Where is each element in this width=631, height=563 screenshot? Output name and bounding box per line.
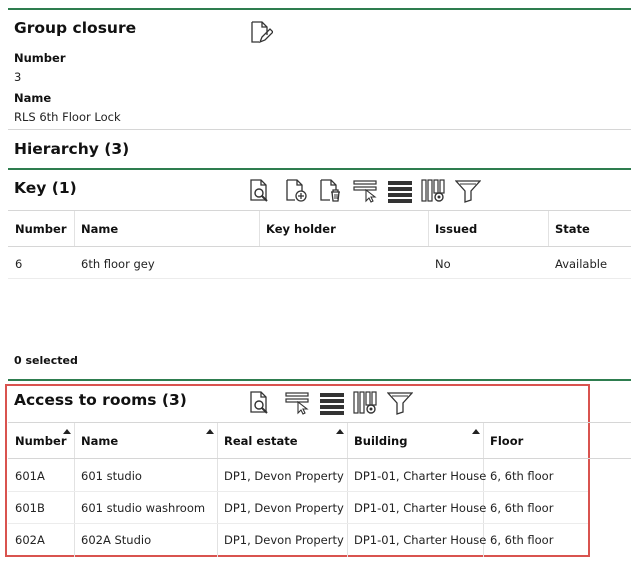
view-document-icon[interactable] bbox=[247, 390, 273, 416]
row-divider bbox=[8, 278, 631, 279]
room-name: 602A Studio bbox=[81, 533, 152, 547]
sort-asc-icon[interactable] bbox=[472, 429, 480, 434]
room-real-estate: DP1, Devon Property bbox=[224, 533, 344, 547]
hierarchy-divider bbox=[8, 168, 631, 170]
key-col-key-holder[interactable]: Key holder bbox=[266, 222, 336, 236]
key-row-issued: No bbox=[435, 257, 451, 271]
room-floor: 6, 6th floor bbox=[490, 501, 554, 515]
selected-count: 0 selected bbox=[14, 354, 78, 367]
top-divider bbox=[8, 8, 631, 10]
room-real-estate: DP1, Devon Property bbox=[224, 501, 344, 515]
key-col-issued[interactable]: Issued bbox=[435, 222, 477, 236]
room-real-estate: DP1, Devon Property bbox=[224, 469, 344, 483]
table-row[interactable]: 601A 601 studio DP1, Devon Property DP1-… bbox=[8, 459, 588, 491]
rooms-col-number[interactable]: Number bbox=[15, 434, 67, 448]
table-row[interactable]: 602A 602A Studio DP1, Devon Property DP1… bbox=[8, 524, 588, 555]
room-building: DP1-01, Charter House bbox=[354, 469, 487, 483]
rooms-col-name[interactable]: Name bbox=[81, 434, 118, 448]
key-row-name: 6th floor gey bbox=[81, 257, 155, 271]
add-document-icon[interactable] bbox=[283, 178, 309, 204]
rooms-col-building[interactable]: Building bbox=[354, 434, 407, 448]
delete-document-icon[interactable] bbox=[317, 178, 343, 204]
select-rows-icon[interactable] bbox=[285, 390, 311, 416]
hierarchy-title[interactable]: Hierarchy (3) bbox=[14, 140, 129, 158]
column-divider bbox=[428, 211, 429, 246]
number-value: 3 bbox=[14, 70, 22, 84]
room-number: 601B bbox=[15, 501, 45, 515]
sort-asc-icon[interactable] bbox=[63, 429, 71, 434]
key-table-header: Number Name Key holder Issued State bbox=[8, 211, 631, 246]
room-building: DP1-01, Charter House bbox=[354, 501, 487, 515]
room-number: 602A bbox=[15, 533, 45, 547]
list-view-icon[interactable] bbox=[387, 178, 413, 204]
group-closure-title: Group closure bbox=[14, 19, 137, 37]
table-row[interactable]: 6 6th floor gey No Available bbox=[8, 247, 631, 278]
key-col-number[interactable]: Number bbox=[15, 222, 67, 236]
key-section-title: Key (1) bbox=[14, 179, 77, 197]
number-label: Number bbox=[14, 51, 66, 65]
room-floor: 6, 6th floor bbox=[490, 533, 554, 547]
key-col-name[interactable]: Name bbox=[81, 222, 118, 236]
column-settings-icon[interactable] bbox=[421, 178, 447, 204]
column-divider bbox=[74, 211, 75, 246]
column-divider bbox=[548, 211, 549, 246]
table-row[interactable]: 601B 601 studio washroom DP1, Devon Prop… bbox=[8, 492, 588, 524]
filter-icon[interactable] bbox=[455, 178, 481, 204]
access-rooms-title: Access to rooms (3) bbox=[14, 391, 187, 409]
sort-asc-icon[interactable] bbox=[336, 429, 344, 434]
rooms-divider bbox=[8, 379, 631, 381]
select-rows-icon[interactable] bbox=[353, 178, 379, 204]
edit-document-icon[interactable] bbox=[247, 20, 273, 46]
list-view-icon[interactable] bbox=[319, 390, 345, 416]
filter-icon[interactable] bbox=[387, 390, 413, 416]
rooms-col-floor[interactable]: Floor bbox=[490, 434, 523, 448]
room-building: DP1-01, Charter House bbox=[354, 533, 487, 547]
view-document-icon[interactable] bbox=[247, 178, 273, 204]
room-floor: 6, 6th floor bbox=[490, 469, 554, 483]
room-number: 601A bbox=[15, 469, 45, 483]
room-name: 601 studio bbox=[81, 469, 142, 483]
rooms-col-real-estate[interactable]: Real estate bbox=[224, 434, 298, 448]
name-value: RLS 6th Floor Lock bbox=[14, 110, 121, 124]
sort-asc-icon[interactable] bbox=[206, 429, 214, 434]
key-row-number: 6 bbox=[15, 257, 23, 271]
key-col-state[interactable]: State bbox=[555, 222, 590, 236]
rooms-table-header: Number Name Real estate Building Floor bbox=[8, 423, 631, 458]
key-row-state: Available bbox=[555, 257, 608, 271]
column-divider bbox=[259, 211, 260, 246]
room-name: 601 studio washroom bbox=[81, 501, 206, 515]
column-settings-icon[interactable] bbox=[353, 390, 379, 416]
separator bbox=[8, 129, 631, 130]
name-label: Name bbox=[14, 91, 52, 105]
